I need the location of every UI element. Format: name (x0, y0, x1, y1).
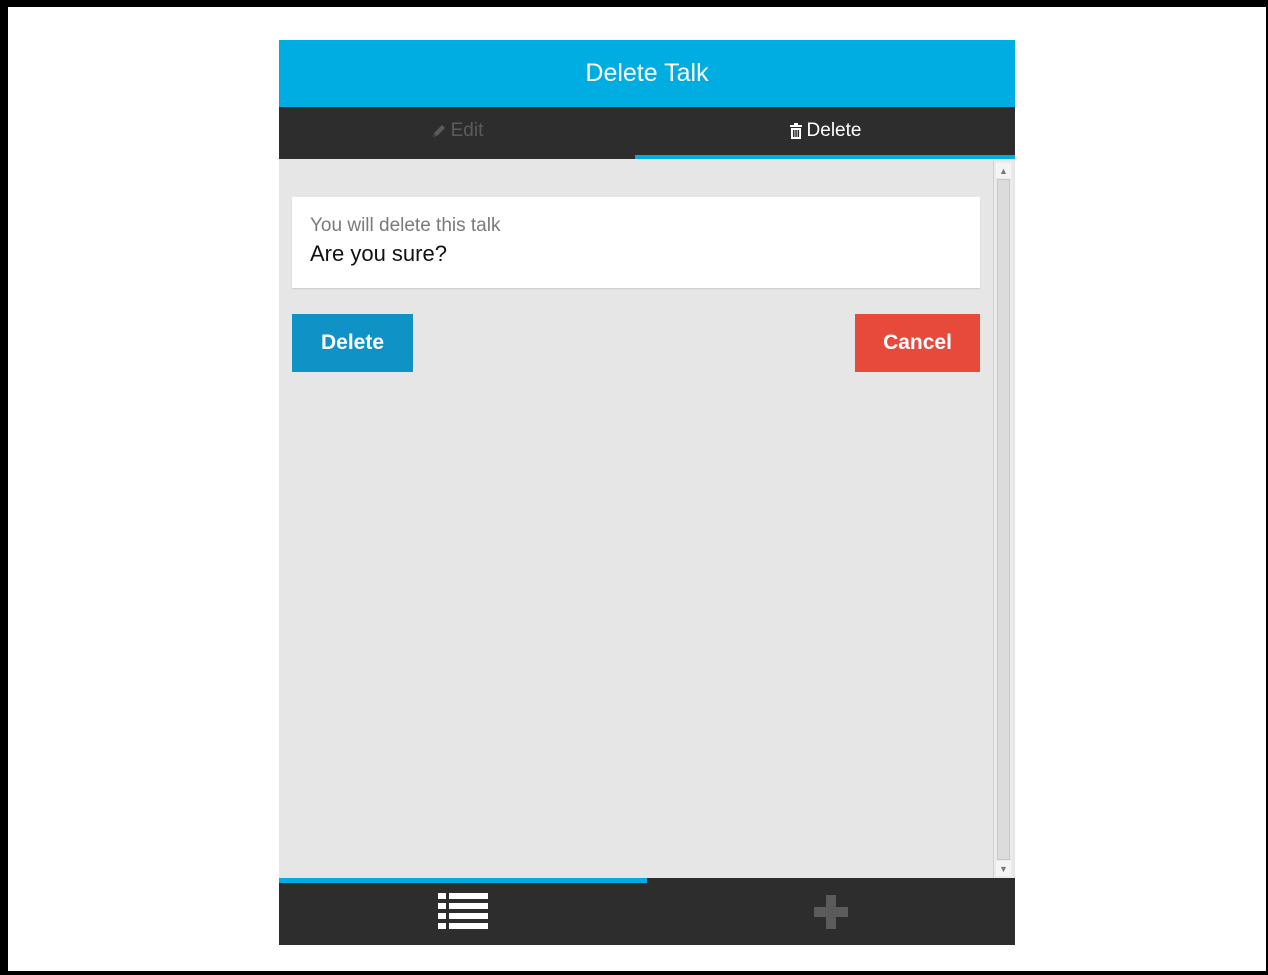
trash-icon (789, 123, 803, 139)
vertical-scrollbar[interactable]: ▲ ▼ (993, 161, 1013, 878)
cancel-button[interactable]: Cancel (855, 314, 980, 372)
page-title: Delete Talk (585, 59, 709, 87)
tab-delete[interactable]: Delete (635, 107, 1015, 155)
confirmation-message: You will delete this talk Are you sure? (292, 197, 980, 288)
message-subtitle: You will delete this talk (310, 215, 501, 236)
content-area: You will delete this talk Are you sure? … (279, 159, 993, 879)
scroll-track[interactable] (997, 179, 1010, 860)
list-icon (438, 892, 488, 936)
tab-edit-label: Edit (450, 120, 484, 141)
pencil-icon (431, 123, 447, 139)
title-bar: Delete Talk (279, 40, 1015, 107)
bottom-tab-list[interactable] (279, 883, 647, 945)
bottom-nav (279, 878, 1015, 945)
delete-talk-panel: Delete Talk Edit Delete You will delete … (279, 40, 1015, 945)
tab-bar: Edit Delete (279, 107, 1015, 159)
delete-button[interactable]: Delete (292, 314, 413, 372)
tab-delete-label: Delete (806, 120, 862, 141)
scroll-down-arrow-icon[interactable]: ▼ (996, 861, 1011, 876)
tab-edit[interactable]: Edit (279, 107, 635, 155)
message-question: Are you sure? (310, 241, 447, 266)
plus-icon (812, 893, 850, 936)
bottom-tab-add[interactable] (647, 883, 1015, 945)
scroll-up-arrow-icon[interactable]: ▲ (996, 163, 1011, 178)
